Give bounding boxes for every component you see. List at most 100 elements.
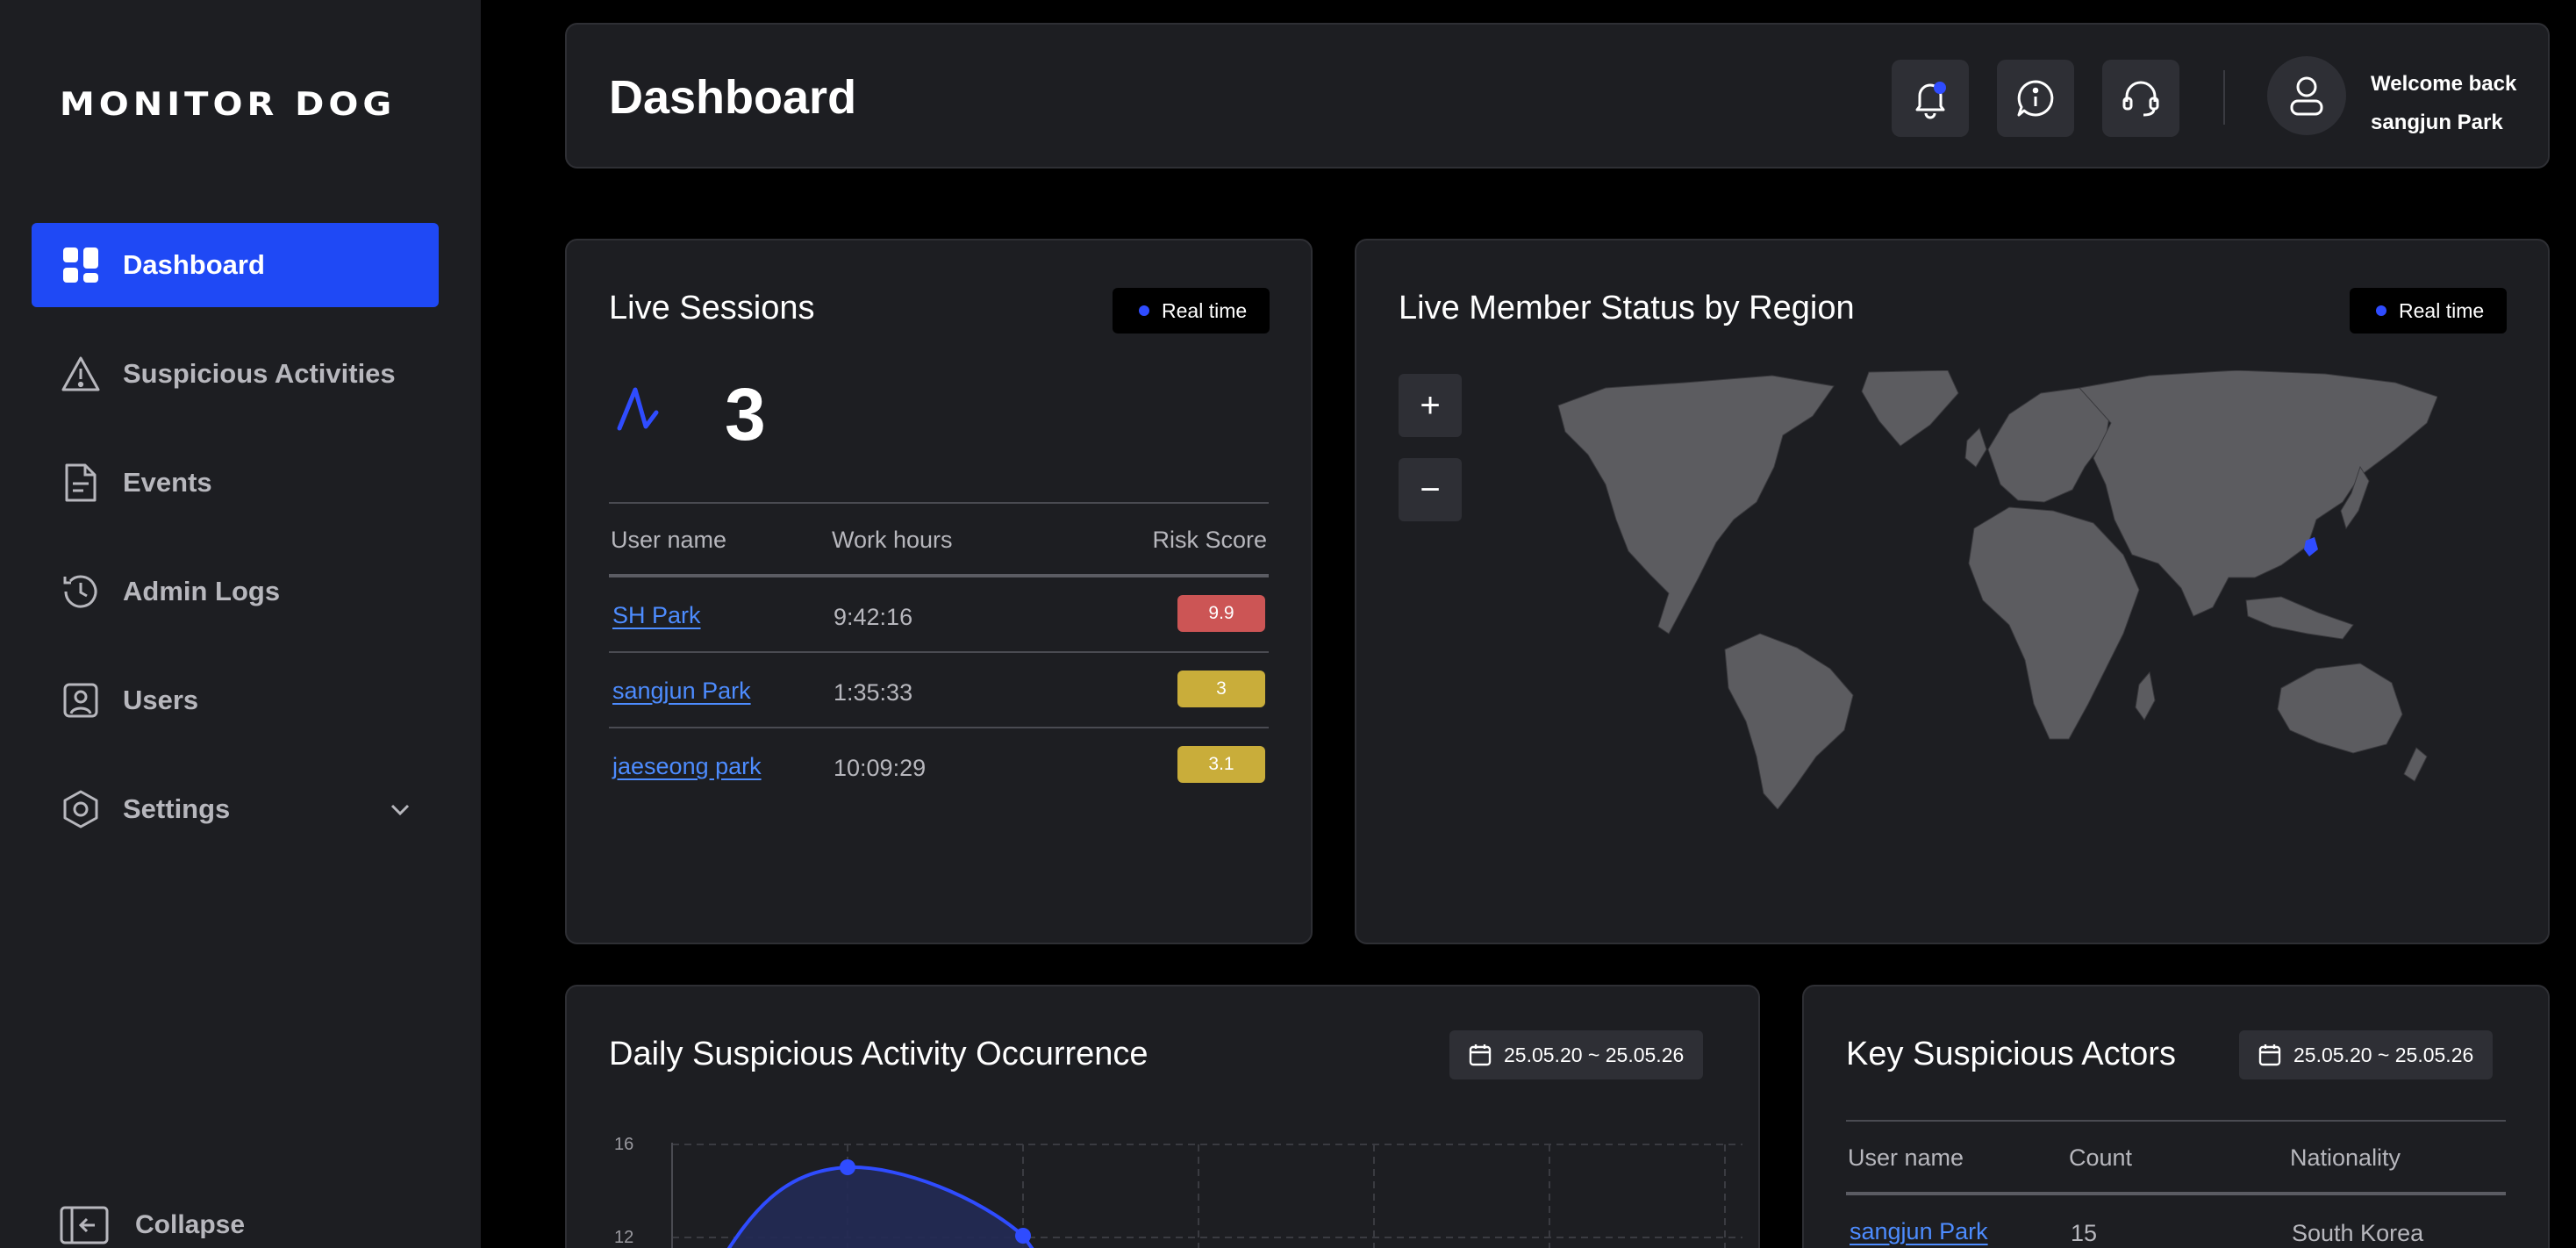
table-top-border [1846, 1120, 2506, 1122]
activity-pulse-icon [617, 387, 659, 431]
map-north-america [1557, 375, 1835, 635]
daily-suspicious-activity-card: Daily Suspicious Activity Occurrence 25.… [565, 985, 1760, 1248]
sidebar-item-label: Suspicious Activities [123, 358, 396, 389]
support-button[interactable] [2102, 60, 2179, 137]
risk-score-badge: 9.9 [1177, 595, 1265, 632]
card-title: Key Suspicious Actors [1846, 1036, 2176, 1072]
user-link[interactable]: jaeseong park [612, 753, 762, 780]
notifications-button[interactable] [1892, 60, 1969, 137]
map-australia [2277, 663, 2403, 754]
table-top-border [609, 502, 1269, 504]
sidebar-item-label: Users [123, 685, 199, 715]
table-header-border [1846, 1192, 2506, 1195]
user-card-icon [60, 679, 102, 721]
user-link[interactable]: sangjun Park [612, 678, 751, 705]
top-header: Dashboard Welcome back sangjun Park [565, 23, 2550, 169]
user-link[interactable]: SH Park [612, 602, 701, 629]
real-time-badge: Real time [1113, 288, 1270, 334]
col-count: Count [2069, 1144, 2133, 1171]
work-hours-value: 9:42:16 [834, 604, 913, 630]
work-hours-value: 1:35:33 [834, 679, 913, 706]
col-work-hours: Work hours [832, 527, 953, 553]
sidebar-item-dashboard[interactable]: Dashboard [32, 223, 439, 307]
live-session-count: 3 [725, 373, 766, 455]
sidebar-item-suspicious-activities[interactable]: Suspicious Activities [32, 332, 439, 416]
sidebar-item-users[interactable]: Users [32, 658, 439, 742]
sidebar-item-label: Events [123, 467, 212, 498]
map-europe [1987, 387, 2112, 503]
data-point[interactable] [840, 1159, 855, 1175]
work-hours-value: 10:09:29 [834, 755, 927, 781]
key-suspicious-actors-card: Key Suspicious Actors 25.05.20 ~ 25.05.2… [1802, 985, 2550, 1248]
badge-label: Real time [1162, 298, 1248, 322]
sidebar-item-label: Settings [123, 793, 231, 824]
user-link[interactable]: sangjun Park [1850, 1218, 1988, 1245]
count-value: 15 [2071, 1220, 2098, 1246]
live-dot-icon [2376, 305, 2386, 316]
live-dot-icon [1139, 305, 1149, 316]
user-icon [2290, 76, 2323, 116]
risk-score-badge: 3 [1177, 671, 1265, 707]
sidebar-item-label: Admin Logs [123, 576, 281, 606]
world-map[interactable] [1553, 370, 2437, 809]
map-se-asia [2245, 596, 2354, 640]
card-title: Daily Suspicious Activity Occurrence [609, 1036, 1148, 1072]
bell-icon [1915, 82, 1946, 119]
daily-activity-chart: 16 12 [614, 1135, 1742, 1248]
info-button[interactable] [1997, 60, 2074, 137]
history-icon [60, 570, 102, 613]
map-south-america [1724, 633, 1854, 809]
document-icon [60, 462, 102, 504]
calendar-icon [2258, 1044, 2281, 1066]
chevron-down-icon[interactable] [388, 797, 412, 821]
header-divider [2223, 70, 2225, 125]
avatar[interactable] [2267, 56, 2346, 135]
card-title: Live Sessions [609, 290, 815, 326]
y-tick-12: 12 [614, 1228, 633, 1247]
data-point[interactable] [1015, 1228, 1031, 1244]
nationality-value: South Korea [2292, 1220, 2424, 1246]
live-sessions-card: Live Sessions Real time 3 User name Work… [565, 239, 1313, 944]
user-name: sangjun Park [2371, 111, 2503, 134]
y-tick-16: 16 [614, 1135, 633, 1154]
logo[interactable]: MONITOR DOG [60, 86, 396, 123]
map-africa [1968, 506, 2140, 740]
zoom-in-button[interactable]: + [1399, 374, 1462, 437]
col-user-name: User name [611, 527, 727, 553]
collapse-button[interactable]: Collapse [60, 1206, 245, 1244]
table-header-border [609, 574, 1269, 577]
map-uk [1964, 427, 1987, 468]
risk-score-badge: 3.1 [1177, 746, 1265, 783]
row-divider [609, 651, 1269, 653]
date-range-label: 25.05.20 ~ 25.05.26 [1504, 1043, 1685, 1066]
sidebar-item-events[interactable]: Events [32, 441, 439, 525]
hexagon-settings-icon [60, 788, 102, 830]
headset-icon [2122, 81, 2159, 117]
card-title: Live Member Status by Region [1399, 290, 1855, 326]
info-chat-icon [2017, 80, 2054, 117]
dashboard-icon [60, 244, 102, 286]
warning-icon [60, 353, 102, 395]
sidebar-item-settings[interactable]: Settings [32, 767, 439, 851]
date-range-picker[interactable]: 25.05.20 ~ 25.05.26 [1449, 1030, 1704, 1079]
sidebar-item-admin-logs[interactable]: Admin Logs [32, 549, 439, 634]
col-nationality: Nationality [2290, 1144, 2401, 1171]
real-time-badge: Real time [2350, 288, 2508, 334]
map-madagascar [2135, 671, 2156, 721]
sidebar: MONITOR DOG Dashboard Suspicious Activit… [0, 0, 481, 1248]
collapse-label: Collapse [135, 1210, 246, 1239]
welcome-label: Welcome back [2371, 72, 2517, 96]
sidebar-item-label: Dashboard [123, 249, 265, 280]
badge-label: Real time [2399, 298, 2485, 322]
map-greenland [1861, 370, 1959, 447]
date-range-picker[interactable]: 25.05.20 ~ 25.05.26 [2239, 1030, 2494, 1079]
welcome-text: Welcome back sangjun Park [2371, 65, 2516, 142]
zoom-out-button[interactable]: − [1399, 458, 1462, 521]
col-risk-score: Risk Score [1152, 527, 1267, 553]
row-divider [609, 727, 1269, 728]
page-title: Dashboard [609, 71, 857, 124]
calendar-icon [1469, 1044, 1492, 1066]
y-tick-labels: 16 12 [614, 1135, 633, 1247]
region-map-card: Live Member Status by Region Real time +… [1355, 239, 2550, 944]
col-user-name: User name [1848, 1144, 1964, 1171]
